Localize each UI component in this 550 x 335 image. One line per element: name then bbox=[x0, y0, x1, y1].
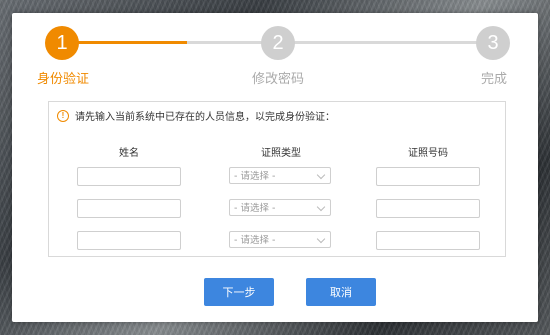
step-1-circle: 1 bbox=[45, 26, 79, 60]
step-2-circle: 2 bbox=[261, 26, 295, 60]
next-step-button[interactable]: 下一步 bbox=[204, 278, 274, 306]
name-input-1[interactable] bbox=[77, 167, 181, 186]
column-header-id-number: 证照号码 bbox=[408, 148, 448, 159]
warning-icon: ! bbox=[57, 109, 69, 122]
progress-line-pending bbox=[187, 41, 497, 44]
step-2-label: 修改密码 bbox=[252, 72, 305, 87]
chevron-down-icon bbox=[316, 202, 326, 212]
chevron-down-icon bbox=[316, 234, 326, 244]
id-type-select-2[interactable]: - 请选择 - bbox=[229, 199, 331, 216]
id-number-input-3[interactable] bbox=[376, 231, 480, 250]
watermark-name: 当下软件园 bbox=[438, 287, 533, 308]
watermark-url: www.downxia.com bbox=[438, 309, 522, 319]
cancel-button[interactable]: 取消 bbox=[306, 278, 376, 306]
progress-line-complete bbox=[73, 41, 187, 44]
id-number-input-2[interactable] bbox=[376, 199, 480, 218]
step-3-circle: 3 bbox=[476, 26, 510, 60]
step-3-label: 完成 bbox=[481, 72, 508, 87]
column-header-name: 姓名 bbox=[119, 148, 139, 159]
site-watermark: 当下软件园 www.downxia.com bbox=[402, 283, 533, 319]
name-input-3[interactable] bbox=[77, 231, 181, 250]
id-type-select-1[interactable]: - 请选择 - bbox=[229, 167, 331, 184]
column-header-id-type: 证照类型 bbox=[261, 148, 301, 159]
chevron-down-icon bbox=[316, 170, 326, 180]
form-notice: ! 请先输入当前系统中已存在的人员信息，以完成身份验证： bbox=[57, 108, 335, 123]
name-input-2[interactable] bbox=[77, 199, 181, 218]
notice-text: 请先输入当前系统中已存在的人员信息，以完成身份验证： bbox=[75, 112, 335, 123]
id-type-select-3[interactable]: - 请选择 - bbox=[229, 231, 331, 248]
id-type-value-3: - 请选择 - bbox=[234, 235, 276, 246]
step-1-label: 身份验证 bbox=[37, 72, 90, 87]
id-type-value-2: - 请选择 - bbox=[234, 203, 276, 214]
id-type-value-1: - 请选择 - bbox=[234, 171, 276, 182]
watermark-logo-icon bbox=[402, 286, 432, 316]
verification-form-panel: ! 请先输入当前系统中已存在的人员信息，以完成身份验证： 姓名 证照类型 证照号… bbox=[48, 101, 506, 257]
id-number-input-1[interactable] bbox=[376, 167, 480, 186]
identity-verification-dialog: 1 2 3 身份验证 修改密码 完成 ! 请先输入当前系统中已存在的人员信息，以… bbox=[12, 13, 538, 322]
